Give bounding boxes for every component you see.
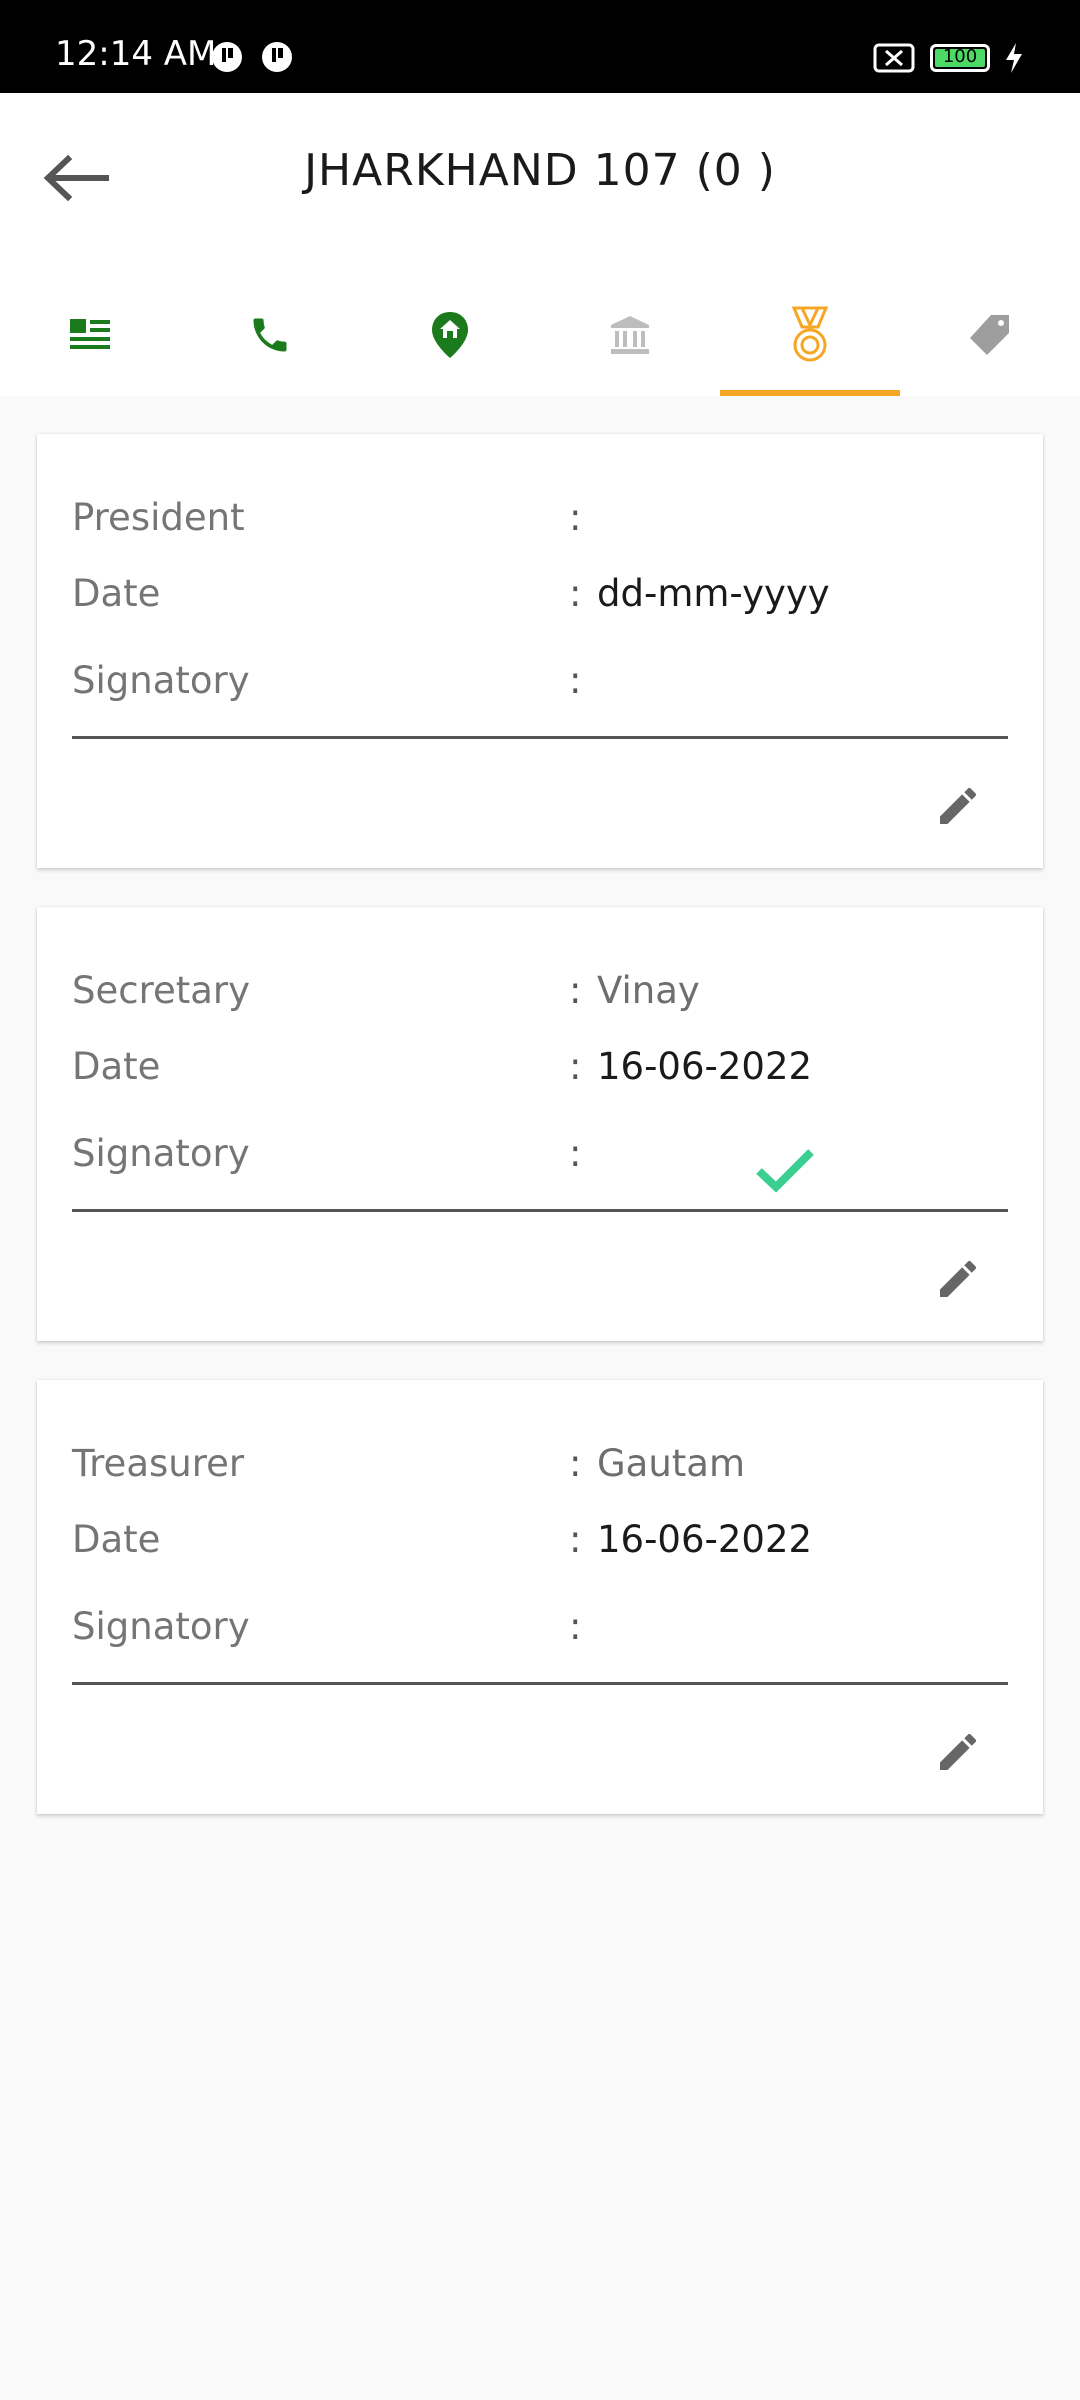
signatory-row: Signatory : bbox=[72, 659, 1012, 719]
battery-level: 100 bbox=[942, 46, 978, 67]
date-row: Date : 16-06-2022 bbox=[72, 1045, 1012, 1105]
edit-button[interactable] bbox=[923, 1244, 993, 1314]
role-label: Secretary bbox=[72, 969, 251, 1012]
tab-office-bearers[interactable] bbox=[720, 273, 900, 396]
separator: : bbox=[569, 496, 582, 539]
separator: : bbox=[569, 1442, 582, 1485]
bank-icon bbox=[611, 315, 649, 354]
date-value: 16-06-2022 bbox=[597, 1518, 813, 1561]
battery-icon: 100 bbox=[930, 44, 990, 72]
separator: : bbox=[569, 1605, 582, 1648]
role-label: Treasurer bbox=[72, 1442, 245, 1485]
role-row: Treasurer : Gautam bbox=[72, 1442, 1012, 1502]
app-notification-icon bbox=[212, 42, 242, 72]
check-icon bbox=[756, 1149, 814, 1193]
office-bearer-card-secretary: Secretary : Vinay Date : 16-06-2022 Sign… bbox=[37, 907, 1043, 1341]
tab-bank[interactable] bbox=[540, 273, 720, 396]
tab-address[interactable] bbox=[360, 273, 540, 396]
office-bearer-card-treasurer: Treasurer : Gautam Date : 16-06-2022 Sig… bbox=[37, 1380, 1043, 1814]
separator: : bbox=[569, 1132, 582, 1175]
divider bbox=[72, 1209, 1008, 1212]
divider bbox=[72, 1682, 1008, 1685]
active-tab-indicator bbox=[720, 390, 900, 396]
signatory-label: Signatory bbox=[72, 659, 250, 702]
separator: : bbox=[569, 1045, 582, 1088]
divider bbox=[72, 736, 1008, 739]
tab-bar bbox=[0, 273, 1080, 396]
role-value: Vinay bbox=[597, 969, 700, 1012]
pencil-icon bbox=[940, 1260, 977, 1297]
edit-button[interactable] bbox=[923, 771, 993, 841]
separator: : bbox=[569, 969, 582, 1012]
no-sim-icon bbox=[873, 43, 915, 73]
edit-button[interactable] bbox=[923, 1717, 993, 1787]
pencil-icon bbox=[940, 1733, 977, 1770]
tab-contact[interactable] bbox=[180, 273, 360, 396]
signatory-label: Signatory bbox=[72, 1605, 250, 1648]
role-label: President bbox=[72, 496, 245, 539]
location-home-icon bbox=[432, 311, 468, 358]
status-bar: 12:14 AM 100 bbox=[0, 0, 1080, 93]
tab-tags[interactable] bbox=[900, 273, 1080, 396]
page-title: JHARKHAND 107 (0 ) bbox=[304, 145, 776, 196]
date-row: Date : 16-06-2022 bbox=[72, 1518, 1012, 1578]
signatory-row: Signatory : bbox=[72, 1132, 1012, 1192]
date-row: Date : dd-mm-yyyy bbox=[72, 572, 1012, 632]
app-bar: JHARKHAND 107 (0 ) bbox=[0, 93, 1080, 396]
date-value: 16-06-2022 bbox=[597, 1045, 813, 1088]
role-row: Secretary : Vinay bbox=[72, 969, 1012, 1029]
tag-icon bbox=[970, 314, 1009, 355]
pencil-icon bbox=[940, 787, 977, 824]
date-label: Date bbox=[72, 572, 161, 615]
separator: : bbox=[569, 572, 582, 615]
status-time: 12:14 AM bbox=[55, 34, 217, 74]
office-bearer-card-president: President : Date : dd-mm-yyyy Signatory … bbox=[37, 434, 1043, 868]
role-row: President : bbox=[72, 496, 1012, 556]
date-label: Date bbox=[72, 1045, 161, 1088]
charging-icon bbox=[1006, 43, 1022, 73]
app-notification-icon bbox=[262, 42, 292, 72]
medal-icon bbox=[791, 306, 829, 361]
phone-icon bbox=[253, 318, 287, 351]
signatory-label: Signatory bbox=[72, 1132, 250, 1175]
date-value: dd-mm-yyyy bbox=[597, 572, 830, 615]
tab-details[interactable] bbox=[0, 273, 180, 396]
signatory-row: Signatory : bbox=[72, 1605, 1012, 1665]
list-icon bbox=[70, 318, 110, 349]
date-label: Date bbox=[72, 1518, 161, 1561]
role-value: Gautam bbox=[597, 1442, 746, 1485]
separator: : bbox=[569, 1518, 582, 1561]
separator: : bbox=[569, 659, 582, 702]
